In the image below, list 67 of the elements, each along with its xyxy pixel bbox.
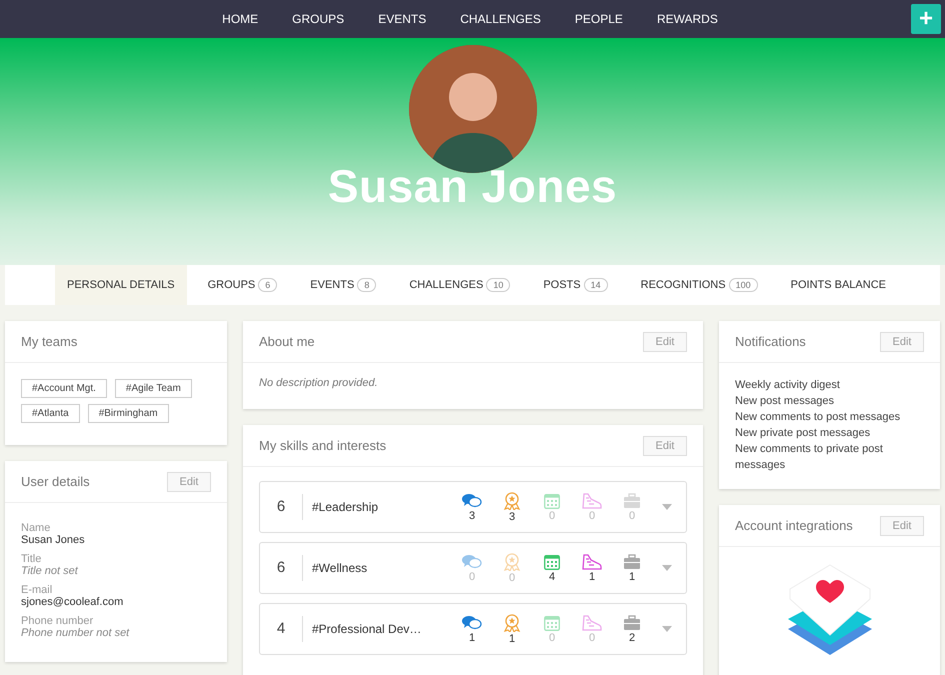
- stat-count: 1: [468, 632, 476, 644]
- about-text: No description provided.: [259, 377, 379, 391]
- field-label: Title: [21, 553, 42, 565]
- field-value: Susan Jones: [21, 534, 86, 546]
- stat-count: 0: [548, 510, 556, 522]
- field-label: Phone number: [21, 615, 94, 627]
- nav-link[interactable]: EVENTS: [361, 12, 444, 26]
- card-title: My teams: [21, 334, 78, 349]
- notification-setting: New post messages: [735, 394, 836, 409]
- nav-link[interactable]: GROUPS: [275, 12, 362, 26]
- nav-link[interactable]: HOME: [205, 12, 276, 26]
- stat-count: 0: [548, 632, 556, 644]
- profile-tab[interactable]: EVENTS 8: [298, 265, 388, 305]
- field-label: Name: [21, 522, 52, 534]
- nav-link[interactable]: REWARDS: [640, 12, 735, 26]
- stat-count: 1: [588, 570, 596, 582]
- card-title: Notifications: [735, 334, 806, 349]
- stat-count: 3: [508, 510, 516, 522]
- notification-setting: New comments to private post messages: [735, 442, 884, 473]
- stat-count: 1: [628, 570, 636, 582]
- notification-setting: Weekly activity digest: [735, 378, 841, 393]
- stat-count: 4: [548, 570, 556, 582]
- count-badge: 8: [357, 278, 376, 292]
- skill-score: 6: [260, 494, 303, 520]
- skill-score: 6: [260, 555, 303, 581]
- stat-count: 0: [588, 510, 596, 522]
- stat-count: 0: [468, 570, 476, 582]
- caret-icon[interactable]: [662, 626, 672, 632]
- nav-link[interactable]: PEOPLE: [558, 12, 640, 26]
- profile-tab[interactable]: POINTS BALANCE: [778, 265, 898, 305]
- caret-icon[interactable]: [662, 504, 672, 510]
- stat-count: 3: [468, 510, 476, 522]
- notification-setting: New private post messages: [735, 426, 872, 441]
- card-title: User details: [21, 474, 90, 489]
- notification-setting: New comments to post messages: [735, 410, 902, 425]
- team-tag[interactable]: #Account Mgt.: [21, 379, 107, 398]
- field-value: sjones@cooleaf.com: [21, 596, 124, 608]
- field-value: Title not set: [21, 565, 80, 577]
- count-badge: 6: [258, 278, 278, 292]
- stat-count: 1: [508, 632, 516, 644]
- field-value: Phone number not set: [21, 627, 130, 639]
- count-badge: 10: [486, 278, 510, 292]
- team-tag[interactable]: #Birmingham: [88, 404, 169, 423]
- card-title: My skills and interests: [259, 438, 386, 453]
- stat-count: 0: [628, 510, 636, 522]
- skill-name: #Leadership: [311, 500, 380, 514]
- profile-tab[interactable]: POSTS 14: [531, 265, 620, 305]
- field-label: E-mail: [21, 584, 54, 596]
- profile-name: Susan Jones: [328, 159, 618, 213]
- card-title: Account integrations: [735, 518, 853, 533]
- count-badge: 14: [584, 278, 608, 292]
- skill-score: 4: [260, 616, 303, 642]
- count-badge: 100: [728, 278, 758, 292]
- profile-tab[interactable]: RECOGNITIONS 100: [628, 265, 770, 305]
- profile-tab[interactable]: GROUPS 6: [196, 265, 290, 305]
- profile-tab[interactable]: CHALLENGES 10: [397, 265, 522, 305]
- card-title: About me: [259, 334, 315, 349]
- stat-count: 0: [588, 632, 596, 644]
- stat-count: 0: [508, 572, 516, 584]
- stat-count: 2: [628, 632, 636, 644]
- team-tag[interactable]: #Agile Team: [114, 379, 192, 398]
- team-tag[interactable]: #Atlanta: [21, 404, 80, 423]
- profile-tab[interactable]: PERSONAL DETAILS: [55, 265, 187, 305]
- nav-link[interactable]: CHALLENGES: [443, 12, 558, 26]
- skill-name: #Wellness: [311, 561, 368, 575]
- caret-icon[interactable]: [662, 565, 672, 571]
- skill-name: #Professional Dev…: [311, 622, 422, 636]
